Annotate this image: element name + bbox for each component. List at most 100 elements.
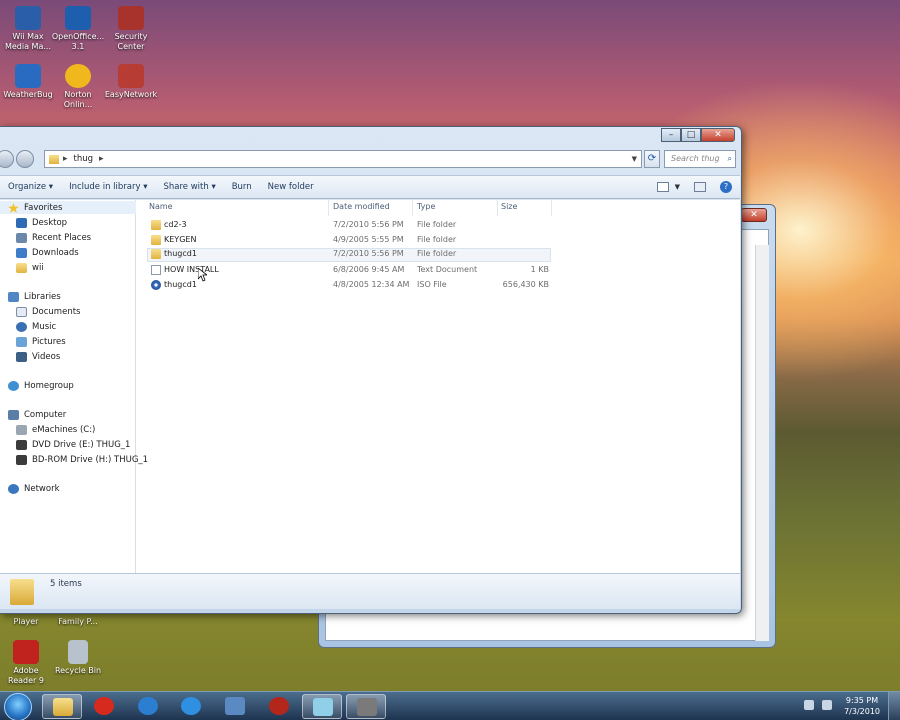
taskbar-internet-explorer[interactable] xyxy=(171,694,211,719)
navigation-pane: Favorites Desktop Recent Places Download… xyxy=(0,200,148,573)
start-button[interactable] xyxy=(4,693,32,720)
chevron-down-icon[interactable]: ▼ xyxy=(632,155,637,163)
folder-icon xyxy=(16,263,27,273)
nav-pictures[interactable]: Pictures xyxy=(16,335,66,349)
nav-wii[interactable]: wii xyxy=(16,261,44,275)
column-header-date-modified[interactable]: Date modified xyxy=(333,202,390,211)
share-with-button[interactable]: Share with ▾ xyxy=(155,182,223,192)
desktop-icon-weatherbug[interactable]: WeatherBug xyxy=(0,64,56,100)
desktop-icon-label: Adobe Reader 9 xyxy=(8,666,44,685)
desktop-icon-wii-max[interactable]: Wii Max Media Ma... xyxy=(0,6,56,52)
tools-icon xyxy=(357,698,377,716)
chevron-right-icon[interactable]: ▸ xyxy=(99,154,104,164)
forward-icon[interactable] xyxy=(16,150,34,168)
nav-recent-places[interactable]: Recent Places xyxy=(16,231,91,245)
file-list: Name Date modified Type Size cd2-3 7/2/2… xyxy=(137,200,740,573)
breadcrumb-thug[interactable]: thug xyxy=(74,154,94,164)
file-type: ISO File xyxy=(417,280,447,289)
desktop-icon-family[interactable]: Family P... xyxy=(50,617,106,627)
desktop-icon-adobe-reader[interactable]: Adobe Reader 9 xyxy=(0,640,54,686)
iso-file-icon xyxy=(151,280,161,290)
help-icon[interactable]: ? xyxy=(720,181,732,193)
nav-favorites[interactable]: Favorites xyxy=(8,201,62,215)
column-separator[interactable] xyxy=(497,200,498,216)
tray-flag-icon[interactable] xyxy=(804,700,814,710)
wii-max-icon xyxy=(15,6,41,30)
nav-dvd-drive-e[interactable]: DVD Drive (E:) THUG_1 xyxy=(16,438,130,452)
column-header-size[interactable]: Size xyxy=(501,202,517,211)
organize-button[interactable]: Organize ▾ xyxy=(0,182,61,192)
minimize-icon[interactable]: – xyxy=(661,128,681,142)
show-desktop-button[interactable] xyxy=(888,692,900,720)
burn-button[interactable]: Burn xyxy=(224,182,260,192)
nav-emachines-c[interactable]: eMachines (C:) xyxy=(16,423,95,437)
norton-icon xyxy=(65,64,91,88)
desktop-icon-label: Family P... xyxy=(58,617,98,626)
nav-libraries[interactable]: Libraries xyxy=(8,290,61,304)
nav-network[interactable]: Network xyxy=(8,482,60,496)
scrollbar[interactable] xyxy=(755,245,769,641)
desktop-icon-openoffice[interactable]: OpenOffice... 3.1 xyxy=(50,6,106,52)
desktop-icon-label: WeatherBug xyxy=(3,90,53,99)
table-row[interactable]: thugcd1 4/8/2005 12:34 AM ISO File 656,4… xyxy=(147,279,551,293)
desktop-icon-norton[interactable]: Norton Onlin... xyxy=(50,64,106,110)
nav-documents[interactable]: Documents xyxy=(16,305,80,319)
clock-date: 7/3/2010 xyxy=(844,707,880,716)
table-row[interactable]: HOW INSTALL 6/8/2006 9:45 AM Text Docume… xyxy=(147,264,551,278)
explorer-window[interactable]: – □ ✕ ▸ thug ▸ ▼ ⟳ Search thug ⌕ Organiz… xyxy=(0,126,742,614)
desktop-icon-easynetwork[interactable]: EasyNetwork xyxy=(103,64,159,100)
nav-music[interactable]: Music xyxy=(16,320,56,334)
desktop-icon-security-center[interactable]: Security Center xyxy=(103,6,159,52)
nav-desktop[interactable]: Desktop xyxy=(16,216,67,230)
nav-homegroup[interactable]: Homegroup xyxy=(8,379,74,393)
taskbar-media-player[interactable] xyxy=(128,694,168,719)
back-icon[interactable] xyxy=(0,150,14,168)
nav-downloads[interactable]: Downloads xyxy=(16,246,79,260)
column-separator[interactable] xyxy=(551,200,552,216)
tray-network-icon[interactable] xyxy=(822,700,832,710)
close-icon[interactable]: ✕ xyxy=(741,208,767,222)
taskbar-app[interactable] xyxy=(215,694,255,719)
search-input[interactable]: Search thug ⌕ xyxy=(664,150,736,168)
preview-pane-icon[interactable] xyxy=(694,182,706,192)
column-header-type[interactable]: Type xyxy=(417,202,435,211)
star-icon xyxy=(8,203,19,213)
taskbar-notepad[interactable] xyxy=(302,694,342,719)
new-folder-button[interactable]: New folder xyxy=(260,182,322,192)
desktop-icon-recycle-bin[interactable]: Recycle Bin xyxy=(50,640,106,676)
adobe-reader-icon xyxy=(13,640,39,664)
taskbar-explorer[interactable] xyxy=(42,694,82,719)
breadcrumb-separator: ▸ xyxy=(63,154,68,164)
nav-videos[interactable]: Videos xyxy=(16,350,60,364)
taskbar-tools[interactable] xyxy=(346,694,386,719)
maximize-icon[interactable]: □ xyxy=(681,128,701,142)
file-date: 4/9/2005 5:55 PM xyxy=(333,235,404,244)
nav-computer[interactable]: Computer xyxy=(8,408,66,422)
table-row-hovered[interactable]: thugcd1 7/2/2010 5:56 PM File folder xyxy=(147,248,551,262)
chevron-down-icon[interactable]: ▼ xyxy=(675,183,680,191)
file-name: cd2-3 xyxy=(164,220,187,229)
openoffice-icon xyxy=(65,6,91,30)
navigation-bar: ▸ thug ▸ ▼ ⟳ Search thug ⌕ xyxy=(0,147,736,171)
table-row[interactable]: cd2-3 7/2/2010 5:56 PM File folder xyxy=(147,219,551,233)
computer-icon xyxy=(8,410,19,420)
column-separator[interactable] xyxy=(328,200,329,216)
table-row[interactable]: KEYGEN 4/9/2005 5:55 PM File folder xyxy=(147,234,551,248)
easynetwork-icon xyxy=(118,64,144,88)
address-bar[interactable]: ▸ thug ▸ ▼ xyxy=(44,150,642,168)
nav-bdrom-drive-h[interactable]: BD-ROM Drive (H:) THUG_1 xyxy=(16,453,148,467)
network-icon xyxy=(8,484,19,494)
column-separator[interactable] xyxy=(412,200,413,216)
explorer-icon xyxy=(53,698,73,716)
clock[interactable]: 9:35 PM 7/3/2010 xyxy=(844,695,880,717)
refresh-icon[interactable]: ⟳ xyxy=(644,150,660,168)
taskbar-stop[interactable] xyxy=(84,694,124,719)
desktop-icon-player[interactable]: Player xyxy=(0,617,54,627)
app-icon xyxy=(225,697,245,715)
close-icon[interactable]: ✕ xyxy=(701,128,735,142)
views-icon[interactable] xyxy=(656,182,669,192)
column-header-name[interactable]: Name xyxy=(149,202,173,211)
content-area: Favorites Desktop Recent Places Download… xyxy=(0,200,740,573)
include-in-library-button[interactable]: Include in library ▾ xyxy=(61,182,155,192)
taskbar-thps3[interactable] xyxy=(259,694,299,719)
